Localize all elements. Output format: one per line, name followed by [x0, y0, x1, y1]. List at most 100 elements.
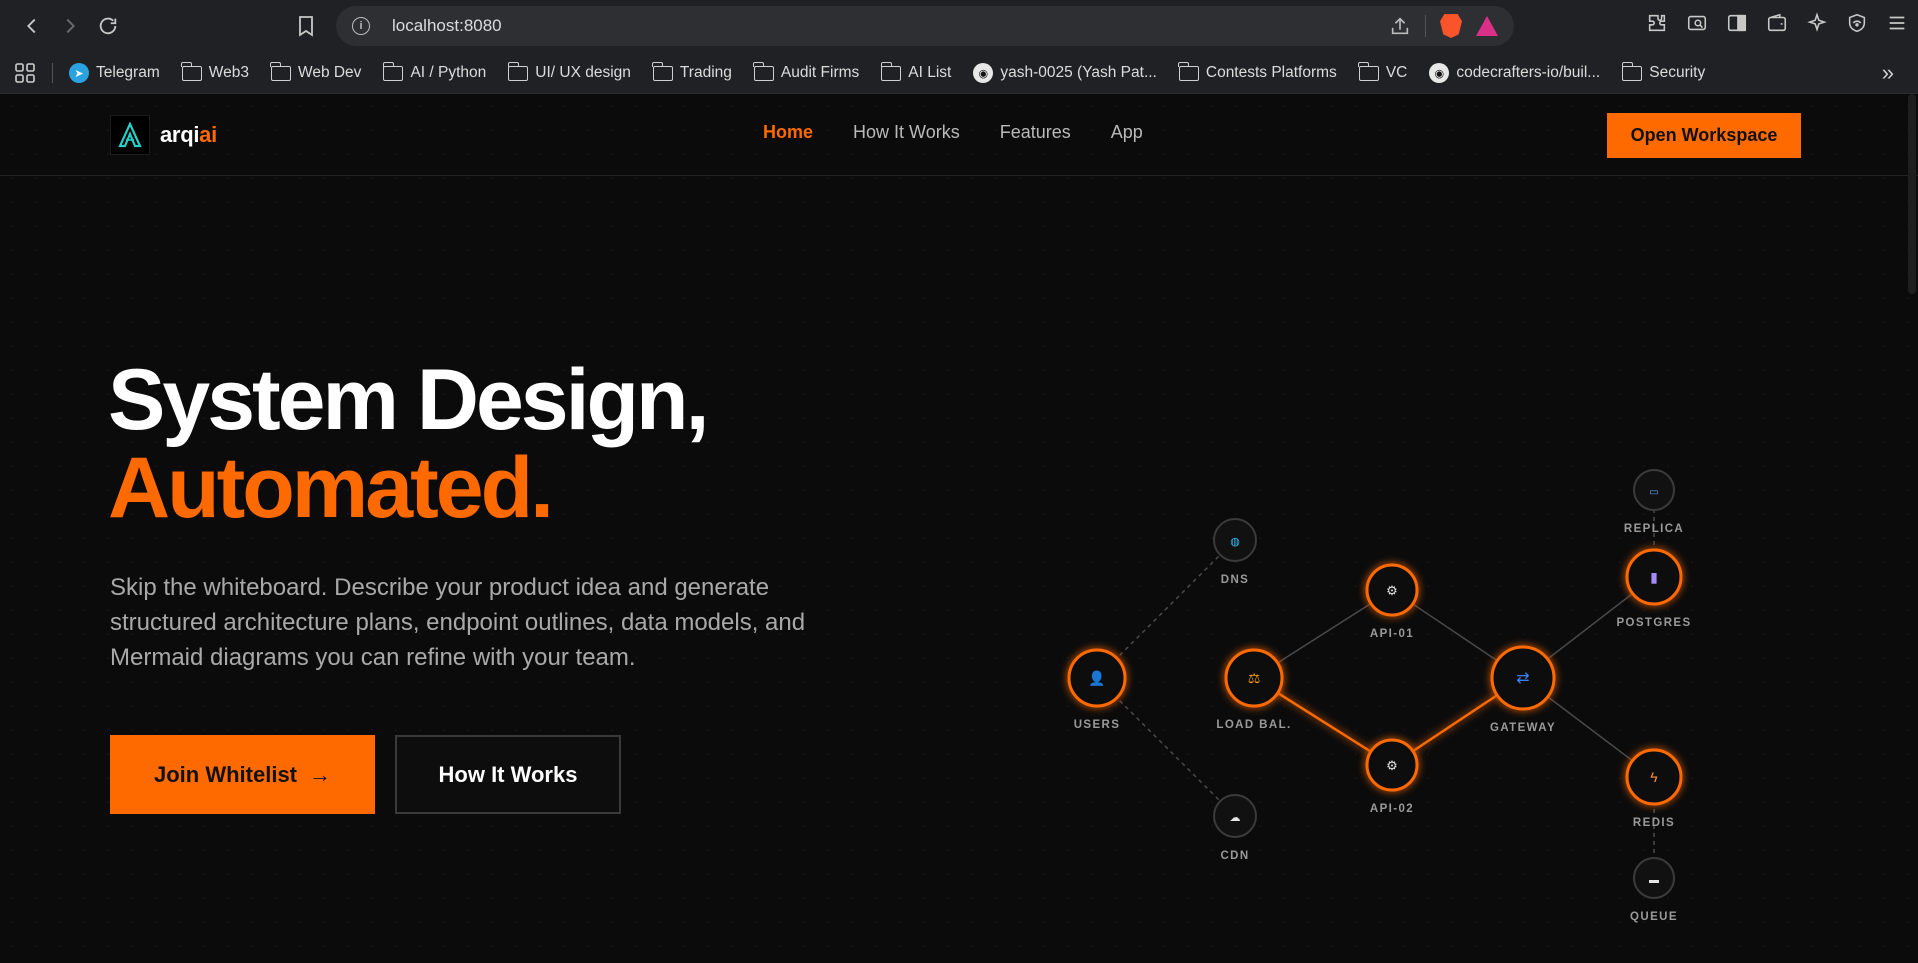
node-api2[interactable]: ⚙ API-02 — [1365, 738, 1419, 815]
open-workspace-button[interactable]: Open Workspace — [1607, 113, 1801, 158]
bookmark-item[interactable]: Audit Firms — [753, 61, 859, 82]
main-nav: Home How It Works Features App — [763, 122, 1143, 143]
folder-icon — [880, 61, 902, 81]
bookmark-item[interactable]: AI / Python — [382, 61, 486, 82]
hero-subtitle: Skip the whiteboard. Describe your produ… — [110, 574, 806, 671]
architecture-diagram: 👤 USERS ◍ DNS ☁ CDN ⚖ LOAD BAL. ⚙ API-01 ⚙ API-02 ⇄ G… — [1067, 469, 1691, 923]
node-queue[interactable]: ▬ QUEUE — [1630, 857, 1678, 923]
node-label: API-02 — [1370, 803, 1414, 815]
bookmarks-bar: ➤ Telegram Web3 Web Dev AI / Python UI/ U… — [0, 52, 1918, 94]
folder-icon — [507, 61, 529, 81]
back-button[interactable] — [14, 8, 50, 44]
brave-rewards-icon[interactable] — [1476, 16, 1498, 36]
site-info-icon[interactable]: i — [352, 17, 370, 35]
landing-page: arqiai Home How It Works Features App Op… — [0, 94, 1918, 963]
bookmark-item[interactable]: ➤ Telegram — [69, 63, 160, 83]
telegram-icon: ➤ — [69, 63, 89, 83]
bookmark-item[interactable]: VC — [1358, 61, 1407, 82]
url-text[interactable]: localhost:8080 — [392, 16, 502, 36]
folder-icon — [753, 61, 774, 81]
site-header: arqiai Home How It Works Features App Op… — [0, 94, 1918, 176]
brave-shields-icon[interactable] — [1440, 14, 1462, 38]
folder-icon — [652, 61, 673, 81]
apps-grid-icon[interactable] — [12, 60, 38, 86]
wallet-icon[interactable] — [1766, 12, 1788, 34]
folder-icon — [1358, 61, 1379, 81]
node-gateway[interactable]: ⇄ GATEWAY — [1490, 645, 1556, 734]
node-label: REDIS — [1633, 817, 1675, 829]
bookmark-item[interactable]: ◉ codecrafters-io/buil... — [1429, 63, 1600, 83]
bookmark-icon — [299, 16, 313, 37]
inbox-icon: ▬ — [1649, 875, 1659, 886]
storage-icon: ▮ — [1650, 569, 1658, 585]
node-label: API-01 — [1370, 628, 1414, 640]
node-cdn[interactable]: ☁ CDN — [1213, 794, 1257, 862]
node-label: CDN — [1220, 850, 1249, 862]
bookmark-page-button[interactable] — [288, 10, 324, 42]
node-dns[interactable]: ◍ DNS — [1213, 518, 1257, 586]
node-users[interactable]: 👤 USERS — [1067, 648, 1127, 731]
user-icon: 👤 — [1088, 670, 1105, 687]
bookmark-item[interactable]: Trading — [652, 61, 732, 82]
vpn-icon[interactable] — [1846, 12, 1868, 34]
gear-icon: ⚙ — [1386, 583, 1398, 598]
bookmark-item[interactable]: ◉ yash-0025 (Yash Pat... — [973, 63, 1157, 83]
arrow-right-icon: → — [309, 761, 331, 787]
node-postgres[interactable]: ▮ POSTGRES — [1616, 548, 1691, 629]
node-label: DNS — [1221, 574, 1249, 586]
node-label: GATEWAY — [1490, 722, 1556, 734]
gear-icon: ⚙ — [1386, 758, 1398, 773]
nav-link-how-it-works[interactable]: How It Works — [853, 122, 960, 143]
hero-title-line2: Automated. — [108, 440, 554, 536]
logo-text: arqiai — [160, 122, 217, 147]
site-logo[interactable]: arqiai — [110, 115, 217, 155]
node-replica[interactable]: ▭ REPLICA — [1624, 469, 1684, 535]
bookmark-item[interactable]: Web3 — [181, 61, 249, 82]
github-icon: ◉ — [973, 63, 994, 83]
cloud-icon: ☁ — [1230, 812, 1241, 824]
arrow-left-icon — [27, 18, 36, 34]
bookmark-item[interactable]: Web Dev — [270, 61, 361, 82]
join-whitelist-button[interactable]: Join Whitelist → — [110, 735, 375, 814]
arrow-right-icon — [66, 18, 75, 34]
node-lb[interactable]: ⚖ LOAD BAL. — [1216, 648, 1291, 731]
bookmark-item[interactable]: Contests Platforms — [1178, 61, 1337, 82]
reader-mode-icon[interactable] — [1686, 12, 1708, 34]
page-scrollbar[interactable] — [1908, 94, 1916, 294]
extension-toolbar — [1646, 12, 1908, 34]
browser-toolbar: i localhost:8080 — [0, 0, 1918, 52]
more-bookmarks-button[interactable]: » — [1882, 60, 1894, 86]
menu-icon[interactable] — [1886, 12, 1908, 34]
node-label: QUEUE — [1630, 911, 1678, 923]
share-icon[interactable] — [1389, 15, 1411, 37]
nav-link-features[interactable]: Features — [1000, 122, 1071, 143]
folder-icon — [1621, 61, 1643, 81]
node-label: REPLICA — [1624, 523, 1684, 535]
logo-mark-icon — [110, 115, 150, 155]
balance-icon: ⚖ — [1248, 670, 1261, 686]
address-bar[interactable]: i localhost:8080 — [336, 6, 1514, 46]
leo-ai-icon[interactable] — [1806, 12, 1828, 34]
nav-link-home[interactable]: Home — [763, 122, 813, 143]
folder-icon — [1178, 61, 1199, 81]
bookmark-item[interactable]: AI List — [880, 61, 951, 82]
node-api1[interactable]: ⚙ API-01 — [1365, 563, 1419, 640]
folder-icon — [270, 61, 291, 81]
node-label: POSTGRES — [1616, 617, 1691, 629]
globe-icon: ◍ — [1230, 536, 1240, 548]
extensions-icon[interactable] — [1646, 12, 1668, 34]
shuffle-icon: ⇄ — [1516, 670, 1529, 687]
node-label: LOAD BAL. — [1216, 719, 1291, 731]
folder-icon — [181, 61, 202, 81]
github-icon: ◉ — [1429, 63, 1450, 83]
bookmark-item[interactable]: Security — [1621, 61, 1705, 82]
how-it-works-button[interactable]: How It Works — [395, 735, 621, 814]
browser-chrome: i localhost:8080 ➤Telegram Web3 Web Dev — [0, 0, 1918, 94]
node-redis[interactable]: ϟ REDIS — [1625, 748, 1683, 829]
bookmark-item[interactable]: UI/ UX design — [507, 61, 631, 82]
reload-button[interactable] — [90, 8, 126, 44]
forward-button[interactable] — [52, 8, 88, 44]
sidebar-icon[interactable] — [1726, 12, 1748, 34]
hero-title: System Design, Automated. — [108, 356, 709, 532]
nav-link-app[interactable]: App — [1111, 122, 1143, 143]
